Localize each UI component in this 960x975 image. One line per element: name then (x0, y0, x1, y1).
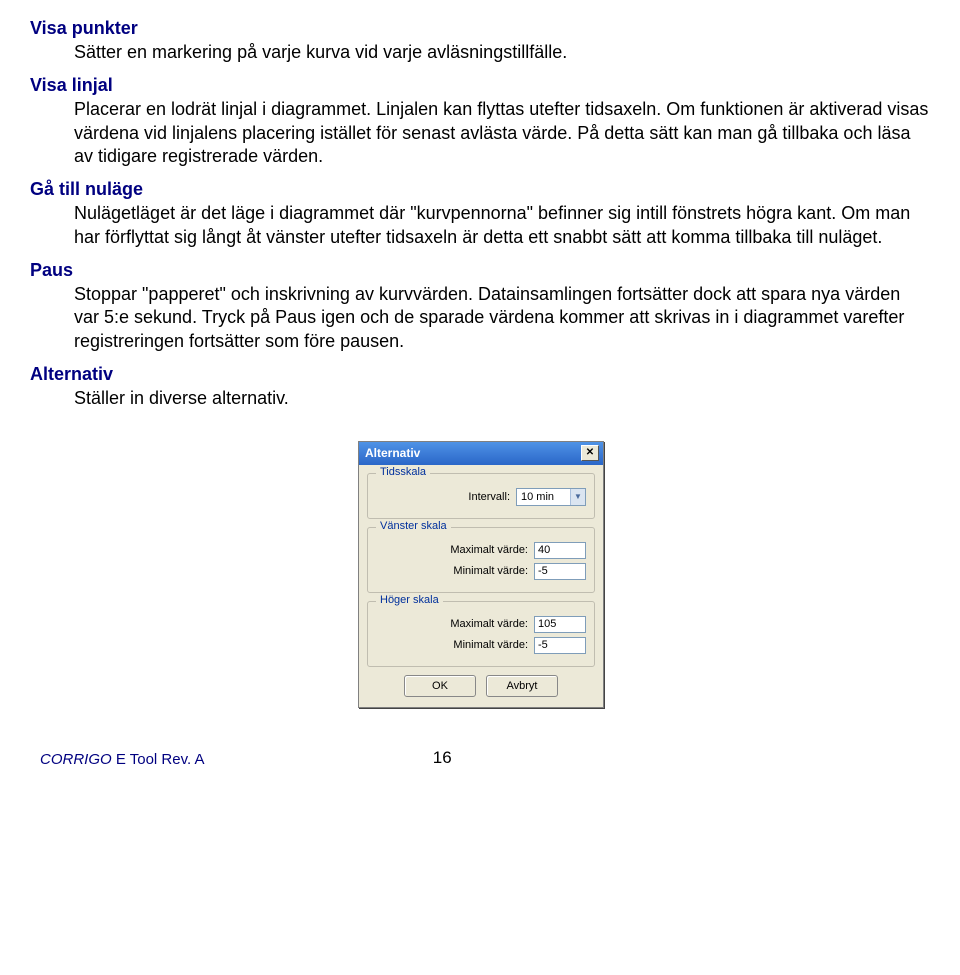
legend-vanster: Vänster skala (376, 520, 451, 532)
vanster-max-input[interactable]: 40 (534, 542, 586, 559)
close-icon[interactable]: ✕ (581, 445, 599, 461)
ok-button[interactable]: OK (404, 675, 476, 697)
row-intervall: Intervall: 10 min ▼ (376, 488, 586, 506)
dialog-screenshot: Alternativ ✕ Tidsskala Intervall: 10 min… (358, 441, 602, 708)
alternativ-dialog: Alternativ ✕ Tidsskala Intervall: 10 min… (358, 441, 604, 708)
chevron-down-icon[interactable]: ▼ (570, 489, 585, 505)
hoger-max-input[interactable]: 105 (534, 616, 586, 633)
body-paus: Stoppar "papperet" och inskrivning av ku… (74, 283, 930, 354)
dialog-title-text: Alternativ (365, 446, 420, 460)
heading-ga-till-nulage: Gå till nuläge (30, 179, 930, 200)
dialog-titlebar: Alternativ ✕ (359, 442, 603, 465)
body-ga-till-nulage: Nulägetläget är det läge i diagrammet dä… (74, 202, 930, 250)
label-hoger-max: Maximalt värde: (376, 618, 528, 630)
cancel-button[interactable]: Avbryt (486, 675, 558, 697)
label-vanster-min: Minimalt värde: (376, 565, 528, 577)
legend-tidsskala: Tidsskala (376, 466, 430, 478)
legend-hoger: Höger skala (376, 594, 443, 606)
body-visa-punkter: Sätter en markering på varje kurva vid v… (74, 41, 930, 65)
vanster-min-input[interactable]: -5 (534, 563, 586, 580)
intervall-combobox[interactable]: 10 min ▼ (516, 488, 586, 506)
page-footer: CORRIGO E Tool Rev. A 16 (30, 748, 930, 768)
row-vanster-min: Minimalt värde: -5 (376, 563, 586, 580)
heading-paus: Paus (30, 260, 930, 281)
intervall-value: 10 min (521, 491, 554, 503)
dialog-button-row: OK Avbryt (367, 675, 595, 697)
label-vanster-max: Maximalt värde: (376, 544, 528, 556)
heading-visa-linjal: Visa linjal (30, 75, 930, 96)
row-hoger-max: Maximalt värde: 105 (376, 616, 586, 633)
heading-alternativ: Alternativ (30, 364, 930, 385)
dialog-body: Tidsskala Intervall: 10 min ▼ Vänster sk… (359, 465, 603, 707)
heading-visa-punkter: Visa punkter (30, 18, 930, 39)
page-number: 16 (85, 748, 801, 768)
label-intervall: Intervall: (376, 491, 510, 503)
body-alternativ: Ställer in diverse alternativ. (74, 387, 930, 411)
body-visa-linjal: Placerar en lodrät linjal i diagrammet. … (74, 98, 930, 169)
hoger-min-input[interactable]: -5 (534, 637, 586, 654)
row-hoger-min: Minimalt värde: -5 (376, 637, 586, 654)
document-page: Visa punkter Sätter en markering på varj… (0, 0, 960, 788)
group-hoger-skala: Höger skala Maximalt värde: 105 Minimalt… (367, 601, 595, 667)
group-tidsskala: Tidsskala Intervall: 10 min ▼ (367, 473, 595, 519)
label-hoger-min: Minimalt värde: (376, 639, 528, 651)
group-vanster-skala: Vänster skala Maximalt värde: 40 Minimal… (367, 527, 595, 593)
row-vanster-max: Maximalt värde: 40 (376, 542, 586, 559)
